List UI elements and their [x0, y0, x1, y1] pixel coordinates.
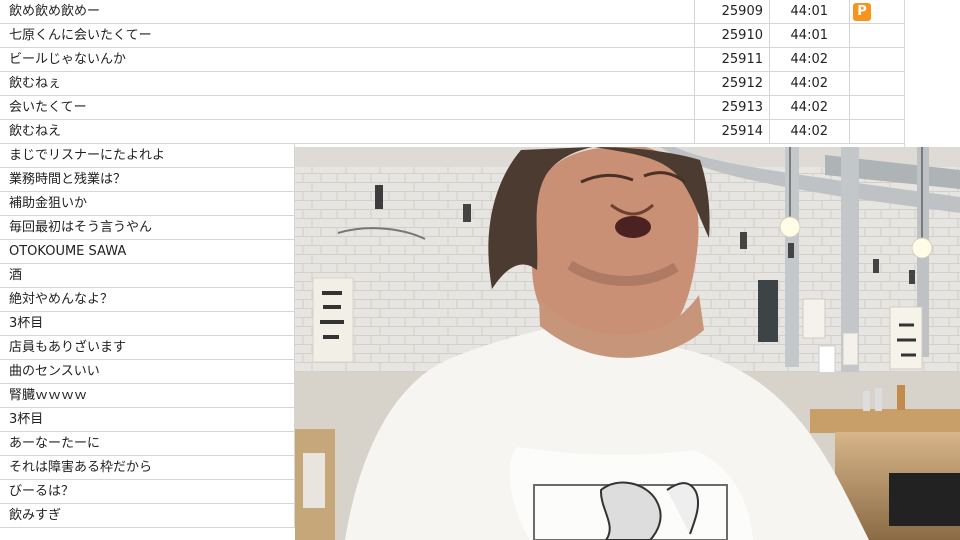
comment-number: 25910: [695, 24, 770, 48]
comment-text: 飲みすぎ: [0, 504, 295, 528]
comment-row[interactable]: 補助金狙いか: [0, 192, 295, 216]
comment-text: まじでリスナーにたよれよ: [0, 144, 295, 168]
comment-text: 会いたくてー: [0, 96, 695, 120]
badge-cell: [850, 24, 904, 48]
comment-row[interactable]: びーるは？: [0, 480, 295, 504]
comment-row[interactable]: 絶対やめんなよ？: [0, 288, 295, 312]
utensil-holder: [897, 385, 905, 410]
comment-text: 七原くんに会いたくてー: [0, 24, 695, 48]
comment-text: 3杯目: [0, 312, 295, 336]
badge-cell: [850, 96, 904, 120]
comment-row[interactable]: 3杯目: [0, 312, 295, 336]
comment-time: 44:02: [770, 72, 850, 96]
badge-cell: [850, 72, 904, 96]
comment-text: びーるは？: [0, 480, 295, 504]
comment-row[interactable]: まじでリスナーにたよれよ: [0, 144, 295, 168]
comment-row-25914[interactable]: 飲むねえ 25914 44:02: [0, 120, 904, 144]
comment-text: 酒: [0, 264, 295, 288]
comment-row[interactable]: 毎回最初はそう言うやん: [0, 216, 295, 240]
comment-text: 店員もありざいます: [0, 336, 295, 360]
comment-row[interactable]: OTOKOUME SAWA: [0, 240, 295, 264]
comment-text: ビールじゃないんか: [0, 48, 695, 72]
comment-text: 飲むねえ: [0, 120, 695, 144]
comment-time: 44:01: [770, 0, 850, 24]
comment-row-25913[interactable]: 会いたくてー 25913 44:02: [0, 96, 904, 120]
comment-number: 25913: [695, 96, 770, 120]
comment-text: 腎臓ｗｗｗｗ: [0, 384, 295, 408]
comment-text: 業務時間と残業は？: [0, 168, 295, 192]
comment-row[interactable]: 飲みすぎ: [0, 504, 295, 528]
comment-row[interactable]: 業務時間と残業は？: [0, 168, 295, 192]
comment-row[interactable]: あーなーたーに: [0, 432, 295, 456]
comment-time: 44:01: [770, 24, 850, 48]
comment-row-25909[interactable]: 飲め飲め飲めー 25909 44:01 P: [0, 0, 904, 24]
comment-text: 絶対やめんなよ？: [0, 288, 295, 312]
comment-text: OTOKOUME SAWA: [0, 240, 295, 264]
condiment-bottle: [875, 388, 882, 411]
comment-row[interactable]: それは障害ある枠だから: [0, 456, 295, 480]
comment-number: 25911: [695, 48, 770, 72]
condiment-bottle: [863, 391, 870, 411]
chair: [889, 473, 960, 526]
comment-text: 毎回最初はそう言うやん: [0, 216, 295, 240]
badge-cell: [850, 120, 904, 144]
comment-row[interactable]: 店員もありざいます: [0, 336, 295, 360]
comment-row-25912[interactable]: 飲むねぇ 25912 44:02: [0, 72, 904, 96]
condiment-bottle: [303, 453, 325, 508]
comment-number: 25909: [695, 0, 770, 24]
premium-badge-cell: P: [850, 0, 904, 24]
comment-row[interactable]: 曲のセンスいい: [0, 360, 295, 384]
comment-time: 44:02: [770, 48, 850, 72]
comment-number: 25912: [695, 72, 770, 96]
restaurant-stream-image: [295, 147, 960, 540]
comment-text: 補助金狙いか: [0, 192, 295, 216]
comment-row[interactable]: 3杯目: [0, 408, 295, 432]
stream-camera-view: [295, 147, 960, 540]
comment-row-25910[interactable]: 七原くんに会いたくてー 25910 44:01: [0, 24, 904, 48]
comment-text: 飲め飲め飲めー: [0, 0, 695, 24]
comment-text: 曲のセンスいい: [0, 360, 295, 384]
comment-row[interactable]: 酒: [0, 264, 295, 288]
comment-text: あーなーたーに: [0, 432, 295, 456]
comment-text: 飲むねぇ: [0, 72, 695, 96]
comment-row[interactable]: 腎臓ｗｗｗｗ: [0, 384, 295, 408]
comment-time: 44:02: [770, 96, 850, 120]
comment-row-25911[interactable]: ビールじゃないんか 25911 44:02: [0, 48, 904, 72]
badge-cell: [850, 48, 904, 72]
comment-viewer-window: 飲め飲め飲めー 25909 44:01 P 七原くんに会いたくてー 25910 …: [0, 0, 960, 540]
comment-time: 44:02: [770, 120, 850, 144]
comment-number: 25914: [695, 120, 770, 144]
comment-text: 3杯目: [0, 408, 295, 432]
counter-table: [810, 409, 960, 433]
premium-p-icon: P: [853, 3, 871, 21]
comment-text: それは障害ある枠だから: [0, 456, 295, 480]
